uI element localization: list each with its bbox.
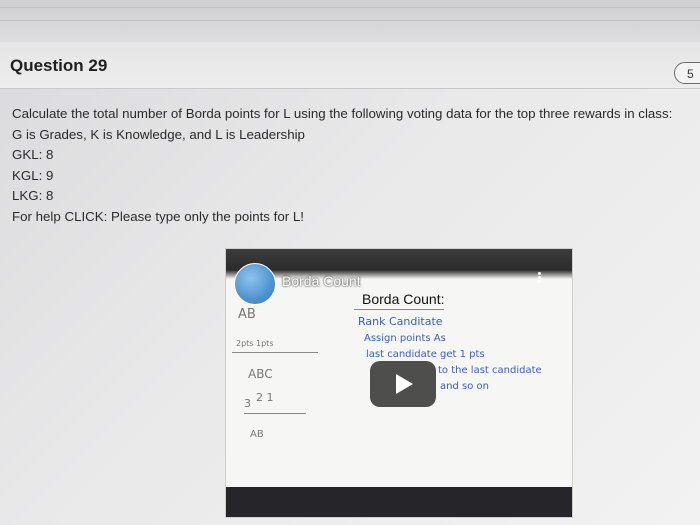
note-rank: Rank Canditate bbox=[358, 315, 443, 328]
heading-underline bbox=[354, 309, 444, 310]
question-prompt: Calculate the total number of Borda poin… bbox=[12, 106, 673, 121]
play-button[interactable] bbox=[370, 361, 436, 407]
vote-lkg: LKG: 8 bbox=[12, 188, 54, 204]
sketch-divider-1 bbox=[232, 352, 318, 353]
embedded-video[interactable]: Borda Count Borda Count: Rank Canditate … bbox=[226, 249, 572, 517]
sketch-mid-letters: ABC bbox=[248, 367, 273, 381]
sketch-divider-2 bbox=[244, 413, 306, 414]
sketch-mid-left-number: 3 bbox=[244, 397, 251, 410]
question-definition: G is Grades, K is Knowledge, and L is Le… bbox=[12, 126, 305, 142]
sketch-mid-numbers: 2 1 bbox=[256, 391, 274, 404]
question-header: Question 29 bbox=[0, 42, 700, 89]
sketch-top-letters: AB bbox=[238, 307, 256, 322]
play-icon bbox=[396, 374, 413, 394]
points-badge: 5 bbox=[674, 62, 700, 84]
whiteboard-heading: Borda Count: bbox=[362, 291, 445, 307]
note-to-last: to the last candidate bbox=[438, 365, 542, 376]
question-body: Calculate the total number of Borda poin… bbox=[12, 106, 700, 230]
sketch-bottom-letters: AB bbox=[250, 429, 264, 440]
help-instruction: For help CLICK: Please type only the poi… bbox=[12, 208, 304, 224]
vote-kgl: KGL: 9 bbox=[12, 167, 54, 183]
more-options-icon[interactable] bbox=[536, 271, 542, 287]
note-last-candidate: last candidate get 1 pts bbox=[366, 349, 485, 360]
video-title-bar bbox=[226, 249, 572, 279]
channel-avatar[interactable] bbox=[234, 263, 276, 305]
video-control-bar[interactable] bbox=[226, 487, 572, 517]
question-title: Question 29 bbox=[10, 56, 108, 75]
sketch-top-points: 2pts 1pts bbox=[236, 339, 274, 348]
note-and-so-on: and so on bbox=[440, 381, 489, 392]
vote-gkl: GKL: 8 bbox=[12, 147, 54, 163]
video-title[interactable]: Borda Count bbox=[282, 273, 361, 289]
page-top-strip bbox=[0, 0, 700, 42]
note-assign: Assign points As bbox=[364, 333, 446, 344]
